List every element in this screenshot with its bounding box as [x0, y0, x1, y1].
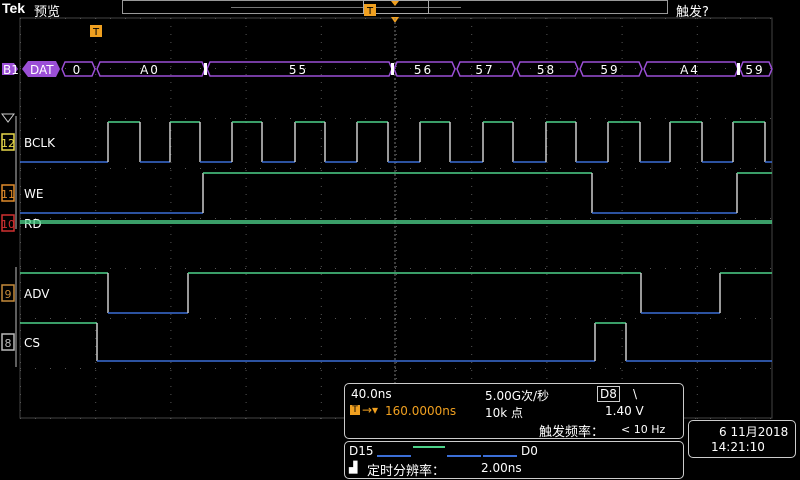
- channel-we: 11 WE: [1, 167, 772, 219]
- timing-resolution-label: 定时分辨率：: [367, 464, 446, 479]
- bus-segment: 0: [61, 61, 96, 77]
- channel-name: WE: [24, 187, 43, 201]
- channel-name: ADV: [24, 287, 50, 301]
- trigger-level: 1.40 V: [605, 404, 644, 418]
- trigger-slope-icon: \: [633, 387, 638, 401]
- trigger-marker-left: T: [90, 25, 102, 38]
- bus-segment: A0: [96, 61, 206, 77]
- bus-symbol: 56: [414, 63, 433, 77]
- channel-adv: 9 ADV: [1, 267, 772, 319]
- channel-number: 9: [5, 288, 12, 301]
- bus-symbol: 59: [745, 63, 764, 77]
- digital-low-channel: D0: [521, 444, 538, 458]
- bus-symbol: 57: [475, 63, 494, 77]
- bus-b1-id: B1: [3, 63, 19, 77]
- channel-cs: 8 CS: [1, 317, 772, 367]
- trigger-frequency-value: < 10 Hz: [621, 423, 666, 436]
- channel-name: BCLK: [24, 136, 56, 150]
- digital-panel[interactable]: D15 D0 ▟ 定时分辨率： 2.00ns: [344, 441, 684, 479]
- bus-symbol: 58: [537, 63, 556, 77]
- timing-resolution-icon: ▟: [349, 461, 358, 474]
- channel-number: 11: [1, 188, 15, 201]
- digital-channels: 12 BCLK 11 WE 10 RD 9 ADV 8 CS: [1, 116, 772, 367]
- channel-name: RD: [24, 217, 42, 231]
- acquisition-panel[interactable]: 40.0ns 5.00G次/秒 D8 \ T →▾ 160.0000ns 10k…: [344, 383, 684, 440]
- bus-segment: 58: [516, 61, 579, 77]
- bus-segments: 0 A0 55 56 57 58 59 A4 59: [61, 61, 773, 77]
- bus-symbol: 0: [73, 63, 83, 77]
- trigger-frequency-label: 触发频率：: [539, 425, 605, 440]
- channel-rd: 10 RD: [1, 214, 772, 232]
- digital-indicator: [413, 446, 445, 448]
- trigger-source[interactable]: D8: [597, 386, 620, 402]
- time-per-div[interactable]: 40.0ns: [351, 387, 392, 401]
- svg-text:T: T: [92, 27, 100, 38]
- bus-segment: 55: [206, 61, 393, 77]
- trigger-position-marker: T: [364, 1, 399, 23]
- bus-symbol: 55: [289, 63, 308, 77]
- channel-number: 10: [1, 218, 15, 231]
- bus-b1-label: DAT: [30, 63, 54, 77]
- bus-marker: [391, 63, 394, 75]
- bus-marker: [737, 63, 740, 75]
- channel-number: 8: [5, 337, 12, 350]
- timing-resolution-value: 2.00ns: [481, 461, 522, 475]
- time: 14:21:10: [711, 440, 765, 454]
- group-arrow-icon: [1, 113, 15, 123]
- bus-b1: B1 DAT 0 A0 55 56 57 58 59 A4 59: [2, 61, 773, 77]
- channel-number: 12: [1, 137, 15, 150]
- digital-indicator: [377, 455, 411, 457]
- bus-segment: 57: [456, 61, 516, 77]
- bus-symbol: A0: [140, 63, 160, 77]
- record-length: 10k 点: [485, 406, 524, 420]
- channel-bclk: 12 BCLK: [1, 116, 772, 168]
- trigger-arrow-icon: →▾: [362, 403, 379, 417]
- digital-indicator: [483, 455, 517, 457]
- trigger-position[interactable]: 160.0000ns: [385, 404, 456, 418]
- bus-marker: [204, 63, 207, 75]
- bus-symbol: 59: [600, 63, 619, 77]
- trigger-marker-label: T: [366, 6, 374, 17]
- date: 6 11月2018: [719, 425, 789, 439]
- bus-segment: 56: [393, 61, 456, 77]
- clock-panel: 6 11月2018 14:21:10: [688, 420, 796, 458]
- bus-segment: A4: [643, 61, 739, 77]
- digital-high-channel: D15: [349, 444, 374, 458]
- sample-rate: 5.00G次/秒: [485, 389, 550, 403]
- bus-symbol: A4: [680, 63, 700, 77]
- bus-segment: 59: [579, 61, 643, 77]
- digital-indicator: [447, 455, 481, 457]
- channel-name: CS: [24, 336, 40, 350]
- bus-segment: 59: [739, 61, 773, 77]
- trigger-position-icon: T: [350, 405, 360, 415]
- trigger-point-arrow: [391, 1, 399, 6]
